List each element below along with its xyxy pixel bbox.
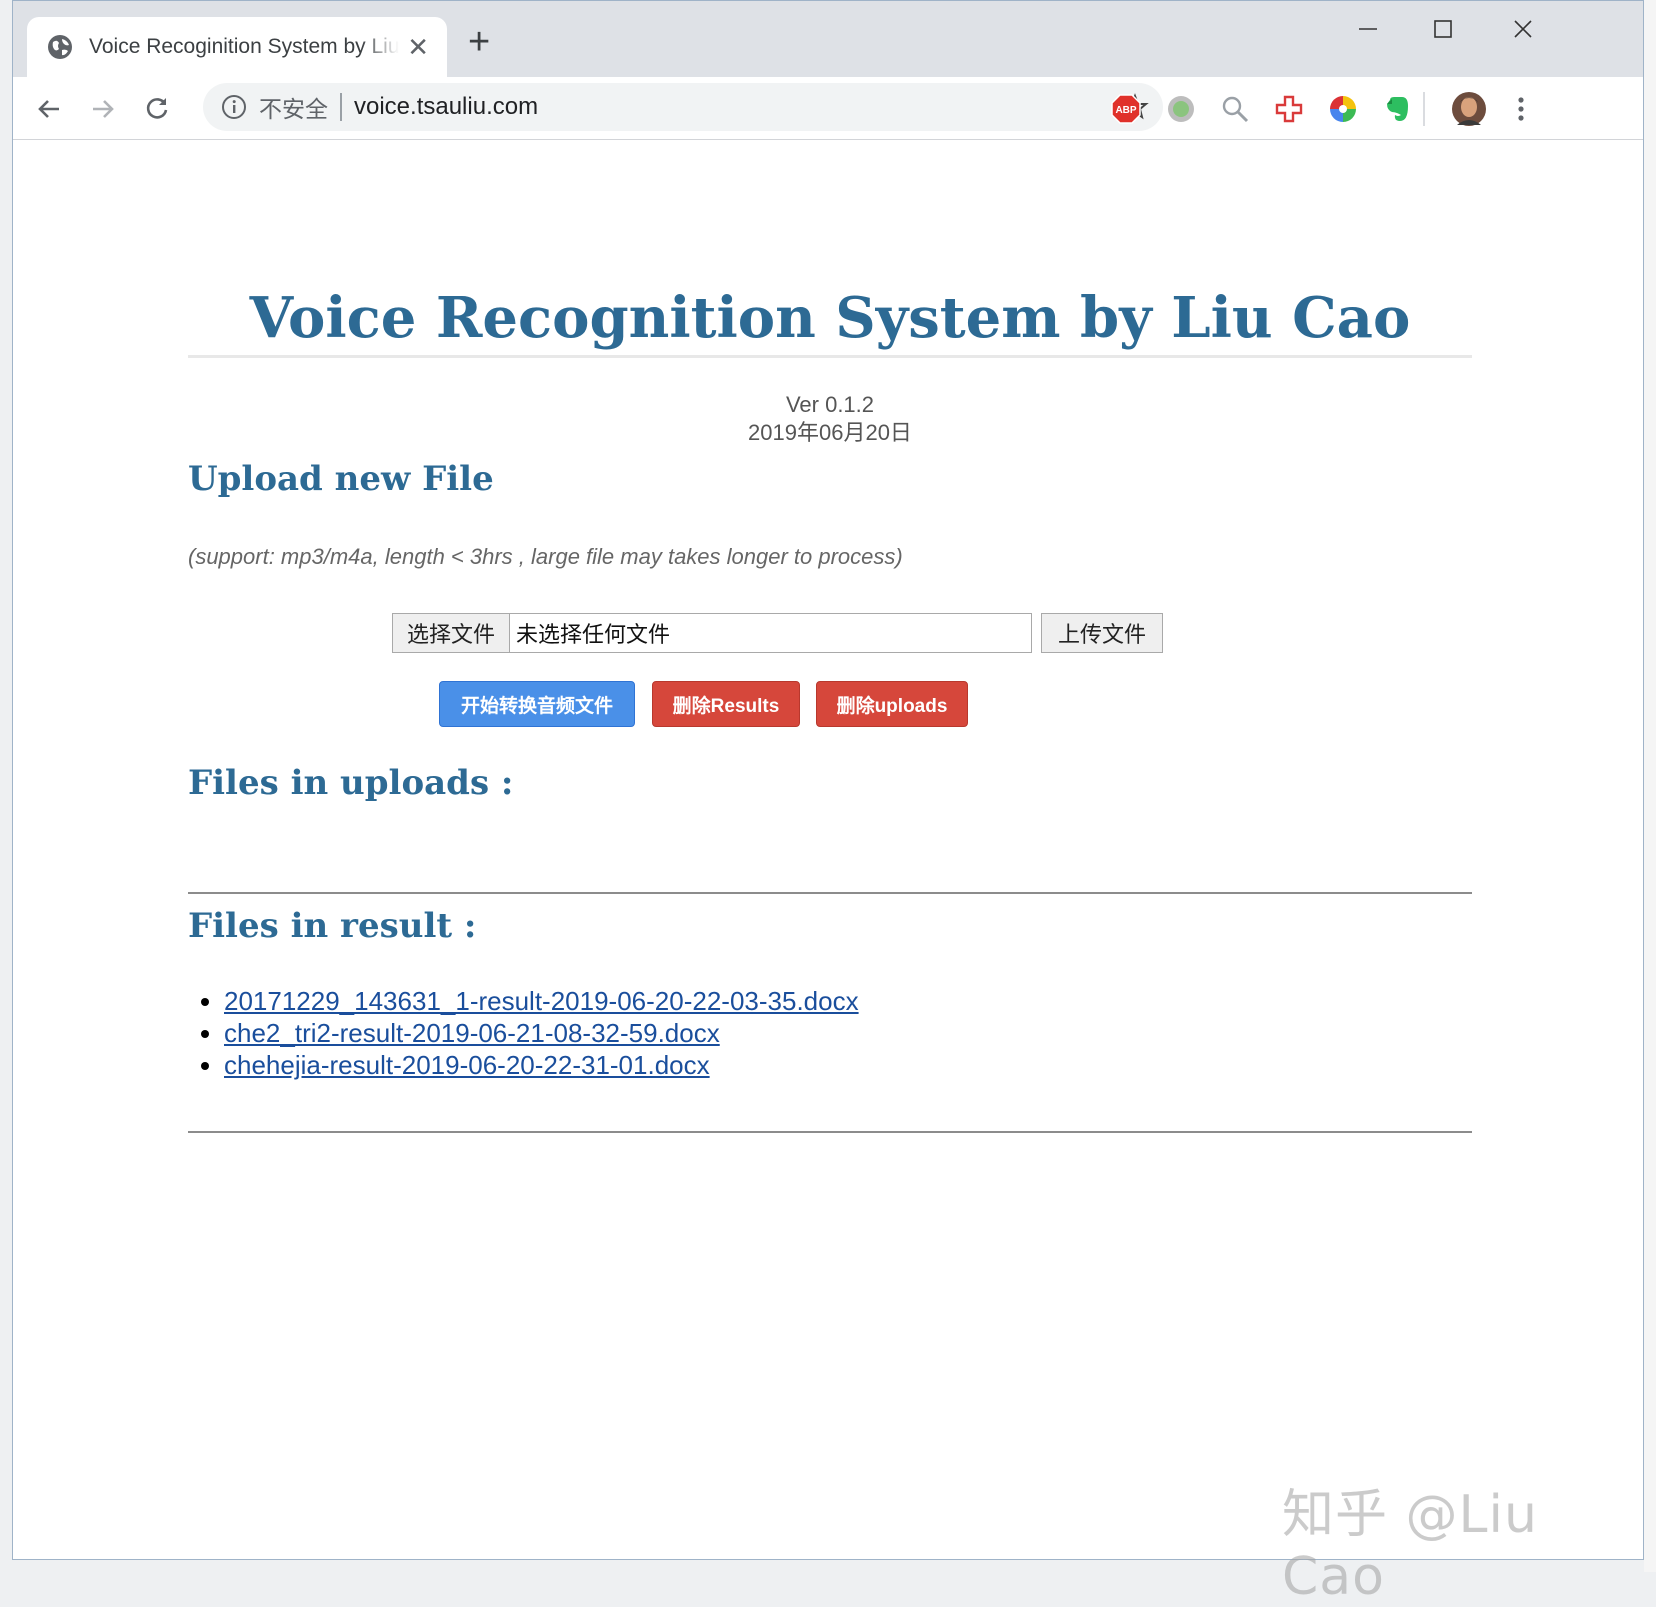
file-input[interactable]: 选择文件 未选择任何文件 bbox=[392, 613, 1032, 653]
svg-text:ABP: ABP bbox=[1115, 105, 1136, 116]
arrow-left-icon bbox=[38, 100, 59, 118]
background-window-strip bbox=[1644, 0, 1656, 1572]
url-text[interactable]: voice.tsauliu.com bbox=[354, 93, 538, 121]
version-text: Ver 0.1.2 bbox=[785, 392, 875, 417]
window-close-button[interactable] bbox=[1493, 11, 1553, 47]
list-item: 20171229_143631_1-result-2019-06-20-22-0… bbox=[224, 985, 859, 1017]
release-date: 2019年06月20日 bbox=[748, 420, 912, 445]
maximize-icon bbox=[1434, 20, 1452, 38]
divider bbox=[188, 892, 1472, 894]
abp-badge: ABP bbox=[1111, 94, 1141, 124]
results-heading: Files in result : bbox=[188, 906, 477, 946]
reload-button[interactable] bbox=[137, 89, 177, 129]
support-note: (support: mp3/m4a, length < 3hrs , large… bbox=[188, 544, 903, 569]
abp-icon[interactable]: ABP bbox=[1110, 93, 1142, 125]
avatar[interactable] bbox=[1451, 91, 1487, 127]
page-title: Voice Recognition System by Liu Cao bbox=[188, 285, 1472, 358]
toolbar-divider bbox=[1423, 92, 1425, 126]
result-link[interactable]: che2_tri2-result-2019-06-21-08-32-59.doc… bbox=[224, 1018, 720, 1048]
minimize-button[interactable] bbox=[1338, 11, 1398, 47]
insecure-label: 不安全 bbox=[259, 96, 328, 122]
result-link[interactable]: chehejia-result-2019-06-20-22-31-01.docx bbox=[224, 1050, 710, 1080]
minimize-icon bbox=[1359, 28, 1377, 30]
evernote-icon[interactable] bbox=[1381, 93, 1413, 125]
tab-title: Voice Recoginition System by Liu Cao bbox=[89, 35, 400, 58]
result-link[interactable]: 20171229_143631_1-result-2019-06-20-22-0… bbox=[224, 986, 859, 1016]
maximize-button[interactable] bbox=[1413, 11, 1473, 47]
watermark: 知乎 @Liu Cao bbox=[1282, 1485, 1538, 1607]
tab-close-icon[interactable]: ✕ bbox=[407, 34, 429, 60]
divider bbox=[188, 1131, 1472, 1133]
globe-icon bbox=[48, 35, 72, 59]
medical-cross-extension-icon[interactable] bbox=[1273, 93, 1305, 125]
list-item: chehejia-result-2019-06-20-22-31-01.docx bbox=[224, 1049, 859, 1081]
browser-window: Voice Recoginition System by Liu Cao ✕ + bbox=[12, 0, 1644, 1560]
upload-heading: Upload new File bbox=[188, 459, 494, 499]
address-separator bbox=[340, 93, 342, 121]
circle-extension-icon[interactable] bbox=[1165, 93, 1197, 125]
tab-strip: Voice Recoginition System by Liu Cao ✕ + bbox=[13, 1, 1643, 77]
upload-button[interactable]: 上传文件 bbox=[1041, 613, 1163, 653]
more-menu-icon[interactable] bbox=[1505, 93, 1537, 125]
delete-uploads-button[interactable]: 删除uploads bbox=[816, 681, 968, 727]
version-info: Ver 0.1.2 2019年06月20日 bbox=[188, 391, 1472, 447]
address-bar[interactable]: 不安全 voice.tsauliu.com bbox=[203, 83, 1163, 131]
arrow-right-icon bbox=[93, 100, 114, 118]
search-extension-icon[interactable] bbox=[1219, 93, 1251, 125]
color-wheel-extension-icon[interactable] bbox=[1327, 93, 1359, 125]
info-icon[interactable] bbox=[221, 94, 247, 120]
convert-button[interactable]: 开始转换音频文件 bbox=[439, 681, 635, 727]
choose-file-button[interactable]: 选择文件 bbox=[393, 614, 511, 652]
window-close-icon bbox=[1514, 20, 1532, 38]
new-tab-button[interactable]: + bbox=[468, 23, 490, 61]
browser-tab[interactable]: Voice Recoginition System by Liu Cao ✕ bbox=[27, 17, 447, 77]
forward-button[interactable] bbox=[83, 89, 123, 129]
reload-icon bbox=[146, 98, 168, 119]
delete-results-button[interactable]: 删除Results bbox=[652, 681, 800, 727]
list-item: che2_tri2-result-2019-06-21-08-32-59.doc… bbox=[224, 1017, 859, 1049]
no-file-text: 未选择任何文件 bbox=[516, 622, 671, 647]
back-button[interactable] bbox=[29, 89, 69, 129]
uploads-heading: Files in uploads : bbox=[188, 763, 514, 803]
results-list: 20171229_143631_1-result-2019-06-20-22-0… bbox=[188, 985, 859, 1081]
